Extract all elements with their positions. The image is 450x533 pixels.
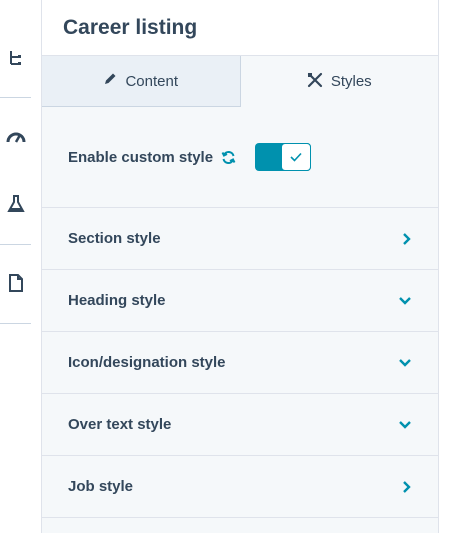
chevron-down-icon [398,358,412,368]
chevron-right-icon [402,480,412,494]
custom-style-toggle[interactable] [255,143,312,171]
flask-icon[interactable] [0,189,31,219]
tab-styles-label: Styles [330,73,372,90]
custom-style-row: Enable custom style [42,107,438,208]
accordion-label: Job style [68,478,134,495]
accordion-over-text-style[interactable]: Over text style [42,394,438,456]
accordion-heading-style[interactable]: Heading style [42,270,438,332]
pencil-icon [103,72,117,90]
accordion-label: Icon/designation style [68,354,226,371]
tab-styles[interactable]: Styles [240,56,438,107]
accordion-label: Over text style [68,416,172,433]
accordion-section-style[interactable]: Section style [42,208,438,270]
accordion-label: Section style [68,230,161,247]
tab-bar: Content Styles [42,56,438,107]
tab-content[interactable]: Content [42,56,241,107]
chevron-down-icon [398,420,412,430]
refresh-icon[interactable] [221,150,236,165]
chevron-right-icon [402,232,412,246]
document-icon[interactable] [0,268,31,298]
style-panel: Career listing Content Styles Enable cus… [42,0,439,533]
tree-icon[interactable] [0,43,31,73]
page-title: Career listing [63,15,198,39]
panel-header: Career listing [42,0,438,56]
accordion-icon-designation-style[interactable]: Icon/designation style [42,332,438,394]
chevron-down-icon [398,296,412,306]
accordion-job-style[interactable]: Job style [42,456,438,518]
left-rail [0,0,42,533]
tab-content-label: Content [125,72,179,90]
custom-style-label: Enable custom style [68,148,214,166]
rail-divider [0,323,31,324]
brush-icon [307,72,323,92]
gauge-icon[interactable] [0,122,31,152]
check-icon [281,143,312,171]
rail-divider [0,244,31,245]
rail-divider [0,97,31,98]
accordion-label: Heading style [68,292,166,309]
